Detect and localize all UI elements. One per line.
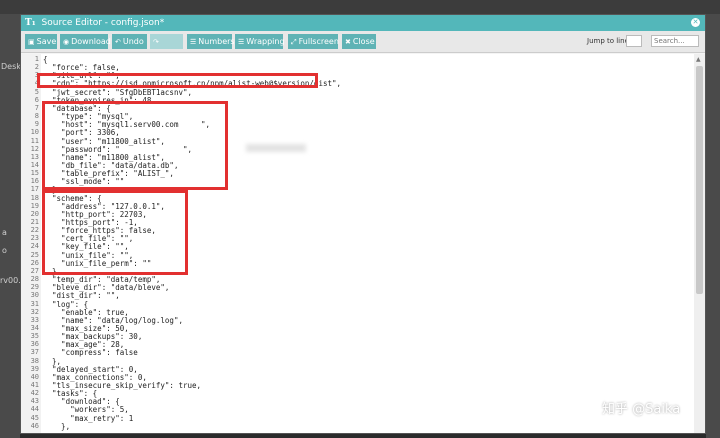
redacted-password (246, 144, 306, 152)
undo-icon: ↶ (115, 38, 121, 46)
vertical-scrollbar[interactable]: ▲ (694, 54, 705, 433)
background-top-bar (0, 0, 720, 14)
line-number: 27 (30, 266, 39, 275)
line-number: 9 (34, 120, 39, 129)
line-number: 11 (30, 136, 39, 145)
line-number: 43 (30, 397, 39, 406)
highlight-database-box (42, 101, 228, 190)
line-number: 28 (30, 275, 39, 284)
line-number: 10 (30, 128, 39, 137)
line-number: 38 (30, 356, 39, 365)
line-number: 6 (34, 95, 39, 104)
app-logo-icon: T₁ (25, 18, 36, 28)
code-editor[interactable]: 1 2 3 4 5 6 7 8 9 10 11 12 13 14 15 16 17 18 19 20 21 22 23 24 2… (21, 54, 705, 433)
source-editor-window: T₁ Source Editor - config.json* ✕ ▣ Save … (20, 14, 706, 434)
fullscreen-button[interactable]: ⤢ Fullscreen (288, 34, 339, 49)
search-input[interactable] (651, 35, 699, 47)
background-left-panel: Desk a o rv00.n (0, 14, 26, 438)
line-number: 21 (30, 218, 39, 226)
line-number: 2 (34, 63, 39, 72)
line-number: 22 (30, 226, 39, 235)
window-title: Source Editor - config.json* (41, 18, 165, 28)
line-number: 36 (30, 340, 39, 349)
line-number: 44 (30, 405, 39, 414)
background-snippet: a (2, 228, 7, 237)
numbers-button[interactable]: ☰ Numbers (187, 34, 235, 49)
line-number: 20 (30, 209, 39, 218)
wrap-icon: ☰ (238, 38, 245, 46)
line-number: 26 (30, 258, 39, 267)
close-circle-icon: ✖ (345, 38, 351, 46)
code-line: }, (43, 421, 71, 431)
line-number: 12 (30, 144, 39, 153)
highlight-cdn-box (37, 73, 318, 88)
line-number: 42 (30, 389, 39, 398)
line-number: 23 (30, 234, 39, 243)
line-number: 41 (30, 381, 39, 389)
list-icon: ☰ (190, 38, 197, 46)
line-number: 15 (30, 169, 39, 178)
line-number: 16 (30, 177, 39, 186)
line-number: 18 (30, 193, 39, 202)
redo-icon: ↷ (153, 38, 159, 46)
line-number: 25 (30, 250, 39, 259)
line-number: 5 (34, 87, 39, 96)
scroll-up-icon[interactable]: ▲ (696, 56, 701, 63)
line-number: 46 (30, 421, 39, 430)
close-icon[interactable]: ✕ (691, 18, 700, 27)
line-number: 34 (30, 323, 39, 332)
line-number: 45 (30, 413, 39, 422)
line-number: 13 (30, 152, 39, 161)
line-number: 31 (30, 299, 39, 308)
save-icon: ▣ (28, 38, 35, 46)
line-number: 30 (30, 291, 39, 300)
undo-button[interactable]: ↶ Undo (112, 34, 147, 49)
download-button[interactable]: ◉ Download (60, 34, 111, 49)
editor-toolbar: ▣ Save ◉ Download ↶ Undo ↷ ☰ Numbers ☰ Wrappi… (21, 31, 705, 53)
fullscreen-icon: ⤢ (291, 38, 297, 46)
line-number: 24 (30, 242, 39, 251)
jump-to-line-label: Jump to line (587, 37, 629, 45)
watermark: 知乎 @Saika (602, 402, 681, 417)
line-number: 40 (30, 372, 39, 381)
line-number: 33 (30, 315, 39, 324)
line-number: 19 (30, 201, 39, 210)
line-number: 35 (30, 332, 39, 341)
save-button[interactable]: ▣ Save (25, 34, 57, 49)
line-number: 14 (30, 160, 39, 169)
jump-to-line-input[interactable] (626, 35, 642, 47)
line-number: 17 (30, 185, 39, 194)
background-snippet: Desk (1, 62, 21, 71)
download-icon: ◉ (63, 38, 70, 46)
highlight-scheme-box (42, 190, 188, 275)
wrapping-button[interactable]: ☰ Wrapping (235, 34, 285, 49)
line-number: 7 (34, 103, 39, 112)
close-button[interactable]: ✖ Close (342, 34, 376, 49)
line-number: 39 (30, 364, 39, 373)
window-titlebar: T₁ Source Editor - config.json* ✕ (21, 15, 705, 31)
line-number: 32 (30, 307, 39, 316)
line-number: 8 (34, 112, 39, 121)
background-snippet: o (2, 246, 7, 255)
scrollbar-thumb[interactable] (696, 66, 703, 294)
line-number: 37 (30, 348, 39, 357)
background-right-panel (706, 14, 720, 438)
line-number-gutter: 1 2 3 4 5 6 7 8 9 10 11 12 13 14 15 16 17 18 19 20 21 22 23 24 2… (21, 54, 41, 433)
line-number: 1 (34, 55, 39, 63)
line-number: 29 (30, 283, 39, 292)
redo-button[interactable]: ↷ (150, 34, 183, 49)
